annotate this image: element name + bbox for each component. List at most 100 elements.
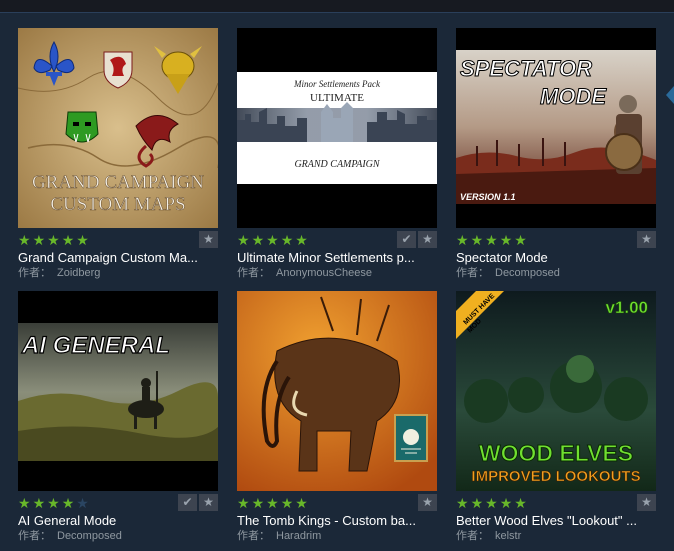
author-name[interactable]: Decomposed — [57, 530, 122, 542]
author-prefix: 作者： — [237, 530, 270, 542]
top-bar — [0, 0, 674, 13]
thumb-text-line: CUSTOM MAPS — [50, 194, 185, 215]
favorite-star-button[interactable]: ★ — [637, 494, 656, 511]
star-icon: ★ — [499, 232, 513, 248]
rating-stars: ★ ★ ★ ★ ★ — [237, 233, 308, 247]
rating-stars: ★ ★ ★ ★ ★ — [237, 496, 308, 510]
rating-stars: ★ ★ ★ ★ ★ — [456, 233, 527, 247]
tomb-kings-image — [237, 291, 437, 491]
star-icon: ★ — [237, 232, 250, 248]
subscribed-check-icon[interactable]: ✔ — [397, 231, 416, 248]
star-icon: ★ — [456, 495, 469, 511]
wood-elves-image: MUST HAVE MOD v1.00 WOOD ELVES IMPROVED … — [456, 291, 656, 491]
item-author: 作者： AnonymousCheese — [237, 267, 437, 280]
author-name[interactable]: AnonymousCheese — [276, 267, 372, 279]
item-author: 作者： Zoidberg — [18, 267, 218, 280]
author-name[interactable]: Zoidberg — [57, 267, 100, 279]
workshop-item-card[interactable]: Minor Settlements Pack ULTIMATE GRAND CA… — [237, 28, 437, 280]
item-thumbnail[interactable]: SPECTATOR MODE VERSION 1.1 — [456, 28, 656, 228]
workshop-item-card[interactable]: SPECTATOR MODE VERSION 1.1 ★ ★ ★ ★ ★ ★ S… — [456, 28, 656, 280]
favorite-star-button[interactable]: ★ — [418, 494, 437, 511]
star-icon: ★ — [470, 232, 484, 248]
star-icon: ★ — [18, 232, 31, 248]
item-thumbnail[interactable]: MUST HAVE MOD v1.00 WOOD ELVES IMPROVED … — [456, 291, 656, 491]
author-name[interactable]: Decomposed — [495, 267, 560, 279]
thumb-text-line: ULTIMATE — [310, 92, 364, 104]
star-icon: ★ — [485, 232, 498, 248]
star-icon: ★ — [61, 495, 75, 511]
star-icon: ★ — [251, 232, 265, 248]
star-icon: ★ — [266, 232, 279, 248]
spectator-mode-image: SPECTATOR MODE VERSION 1.1 — [456, 28, 656, 228]
grand-campaign-maps-image: GRAND CAMPAIGN CUSTOM MAPS — [18, 28, 218, 228]
thumb-text-line: Minor Settlements Pack — [293, 79, 381, 89]
star-icon: ★ — [61, 232, 75, 248]
item-title[interactable]: Ultimate Minor Settlements p... — [237, 250, 437, 265]
author-prefix: 作者： — [18, 267, 51, 279]
favorite-star-button[interactable]: ★ — [199, 231, 218, 248]
star-icon: ★ — [280, 495, 294, 511]
item-title[interactable]: Grand Campaign Custom Ma... — [18, 250, 218, 265]
favorite-star-button[interactable]: ★ — [637, 231, 656, 248]
star-icon: ★ — [32, 495, 46, 511]
item-author: 作者： Decomposed — [18, 530, 218, 543]
star-icon: ★ — [485, 495, 498, 511]
workshop-item-card[interactable]: ★ ★ ★ ★ ★ ★ The Tomb Kings - Custom ba..… — [237, 291, 437, 542]
thumb-text-line: AI GENERAL — [21, 332, 170, 359]
star-icon: ★ — [266, 495, 279, 511]
author-prefix: 作者： — [456, 267, 489, 279]
star-icon: ★ — [237, 495, 250, 511]
rating-stars: ★ ★ ★ ★ ★ — [18, 233, 89, 247]
item-title[interactable]: Spectator Mode — [456, 250, 656, 265]
item-thumbnail[interactable]: GRAND CAMPAIGN CUSTOM MAPS — [18, 28, 218, 228]
item-thumbnail[interactable]: Minor Settlements Pack ULTIMATE GRAND CA… — [237, 28, 437, 228]
author-prefix: 作者： — [18, 530, 51, 542]
item-thumbnail[interactable]: AI GENERAL — [18, 291, 218, 491]
favorite-star-button[interactable]: ★ — [418, 231, 437, 248]
subscribed-check-icon[interactable]: ✔ — [178, 494, 197, 511]
thumb-text-line: GRAND CAMPAIGN — [294, 159, 380, 170]
orc-head-icon — [65, 111, 99, 143]
author-prefix: 作者： — [456, 530, 489, 542]
star-icon: ★ — [295, 232, 308, 248]
item-author: 作者： Decomposed — [456, 267, 656, 280]
version-label: v1.00 — [605, 298, 648, 317]
workshop-item-card[interactable]: AI GENERAL ★ ★ ★ ★ ★ ✔ ★ AI General Mode… — [18, 291, 218, 543]
star-icon: ★ — [76, 232, 89, 248]
thumb-text-line: MODE — [540, 84, 607, 109]
star-icon: ★ — [470, 495, 484, 511]
tree-lookout-icon — [566, 355, 594, 383]
star-icon: ★ — [280, 232, 294, 248]
star-icon: ★ — [514, 232, 527, 248]
thumb-text-line: WOOD ELVES — [479, 440, 633, 466]
star-icon: ★ — [251, 495, 265, 511]
author-name[interactable]: kelstr — [495, 530, 521, 542]
rating-stars: ★ ★ ★ ★ ★ — [18, 496, 89, 510]
thumb-text-line: IMPROVED LOOKOUTS — [471, 468, 640, 485]
favorite-star-button[interactable]: ★ — [199, 494, 218, 511]
star-icon: ★ — [47, 495, 60, 511]
workshop-item-card[interactable]: GRAND CAMPAIGN CUSTOM MAPS ★ ★ ★ ★ ★ ★ G… — [18, 28, 218, 280]
tomb-kings-emblem-icon — [394, 414, 428, 462]
rating-stars: ★ ★ ★ ★ ★ — [456, 496, 527, 510]
item-title[interactable]: AI General Mode — [18, 513, 218, 528]
author-name[interactable]: Haradrim — [276, 530, 321, 542]
ai-general-image: AI GENERAL — [18, 291, 218, 491]
item-thumbnail[interactable] — [237, 291, 437, 491]
star-icon: ★ — [18, 495, 31, 511]
thumb-text-line: VERSION 1.1 — [460, 192, 516, 202]
author-prefix: 作者： — [237, 267, 270, 279]
star-icon: ★ — [295, 495, 308, 511]
item-title[interactable]: Better Wood Elves "Lookout" ... — [456, 513, 656, 528]
minor-settlements-image: Minor Settlements Pack ULTIMATE GRAND CA… — [237, 28, 437, 228]
star-icon: ★ — [456, 232, 469, 248]
thumb-text-line: GRAND CAMPAIGN — [32, 172, 204, 193]
item-title[interactable]: The Tomb Kings - Custom ba... — [237, 513, 437, 528]
item-author: 作者： kelstr — [456, 530, 656, 543]
star-icon: ★ — [499, 495, 513, 511]
carousel-prev-arrow-icon[interactable] — [666, 86, 674, 104]
thumb-text-line: SPECTATOR — [460, 56, 592, 81]
workshop-item-card[interactable]: MUST HAVE MOD v1.00 WOOD ELVES IMPROVED … — [456, 291, 656, 543]
star-icon: ★ — [32, 232, 46, 248]
star-icon: ★ — [47, 232, 60, 248]
